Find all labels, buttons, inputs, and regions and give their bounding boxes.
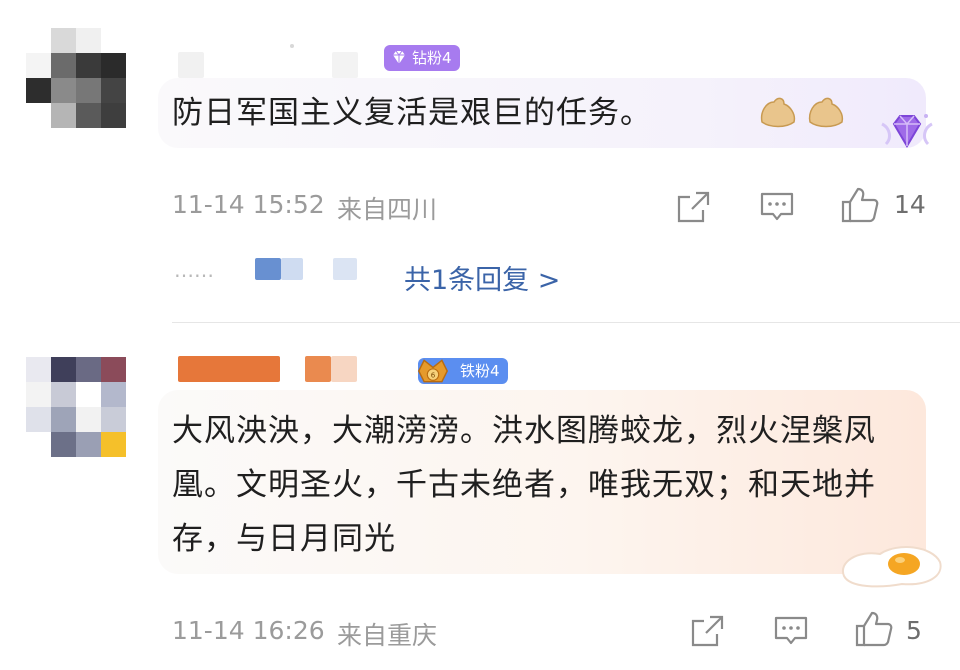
comment-timestamp: 11-14 15:52	[172, 190, 325, 219]
comment-text: 防日军国主义复活是艰巨的任务。	[172, 95, 652, 131]
avatar[interactable]	[26, 357, 126, 457]
emoji	[756, 92, 852, 138]
comment-text: 大风泱泱，大潮滂滂。洪水图腾蛟龙，烈火涅槃凤凰。文明圣火，千古未绝者，唯我无双；…	[172, 413, 876, 557]
svg-text:6: 6	[431, 370, 436, 379]
fan-badge: 钻粉4	[384, 45, 460, 71]
comment-location: 来自四川	[337, 195, 438, 224]
like-count: 14	[894, 190, 926, 219]
share-icon[interactable]	[690, 614, 726, 648]
divider	[172, 322, 960, 323]
avatar[interactable]	[26, 28, 126, 128]
view-replies-link[interactable]: 共1条回复 >	[404, 258, 560, 297]
thumbs-up-icon[interactable]	[854, 610, 894, 648]
comment-icon[interactable]	[773, 614, 809, 648]
like-count: 5	[906, 616, 922, 645]
badge-label: 铁粉4	[460, 362, 500, 380]
fried-egg-icon	[841, 546, 942, 588]
share-icon[interactable]	[676, 190, 712, 224]
diamond-icon	[393, 50, 405, 64]
flexed-biceps-icon	[760, 97, 844, 128]
fan-badge: 6 铁粉4	[417, 358, 508, 384]
reply-ellipsis: ……	[174, 258, 214, 282]
comment-timestamp: 11-14 16:26	[172, 616, 325, 645]
comment-location: 来自重庆	[337, 621, 438, 650]
thumbs-up-icon[interactable]	[840, 186, 880, 224]
badge-label: 钻粉4	[412, 49, 452, 67]
diamond-decoration-icon	[881, 114, 933, 148]
crown-medal-icon: 6	[417, 359, 449, 383]
comment-icon[interactable]	[759, 190, 795, 224]
